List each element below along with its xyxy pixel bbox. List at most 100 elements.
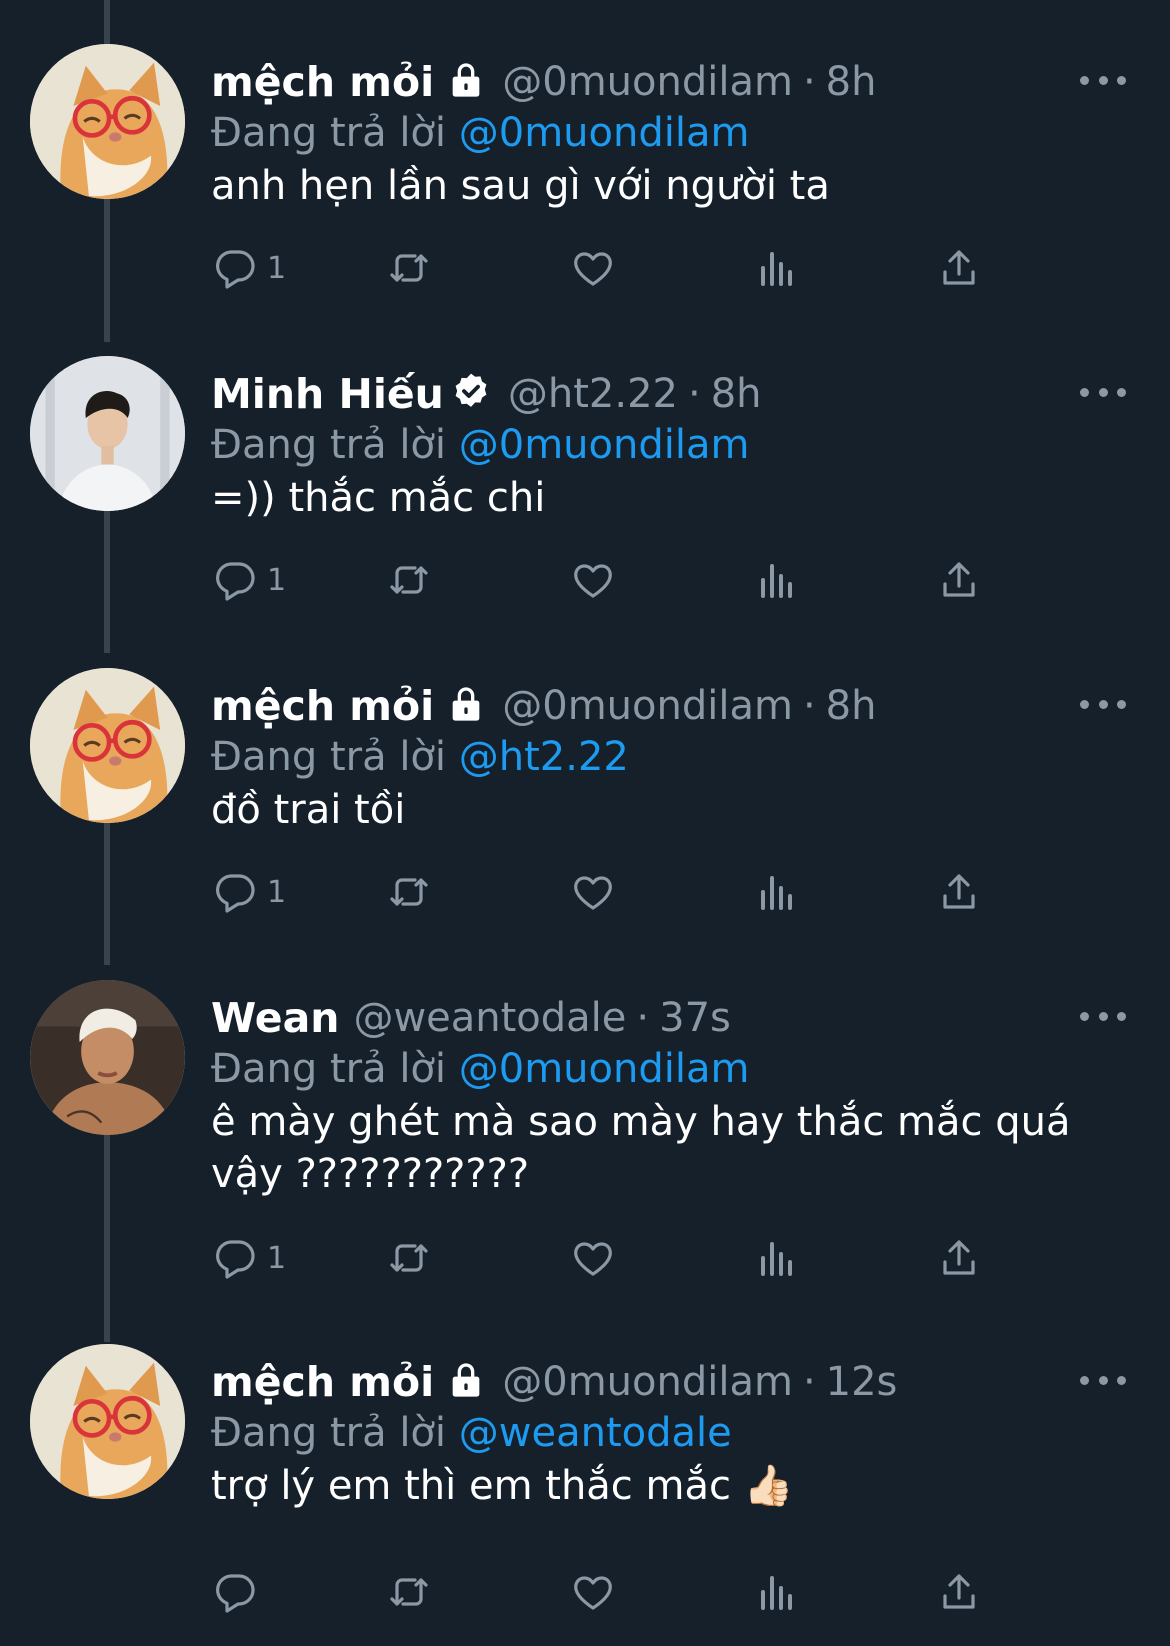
views-button[interactable] <box>753 1564 801 1620</box>
share-icon <box>943 250 975 285</box>
reply-context: Đang trả lời @0muondilam <box>211 110 749 156</box>
timestamp[interactable]: 8h <box>711 371 762 417</box>
reply-icon <box>216 874 255 913</box>
user-handle[interactable]: @weantodale <box>353 995 626 1041</box>
tweet[interactable]: Minh Hiếu @ht2.22 · 8h Đang trả lời @0mu… <box>0 342 1170 642</box>
like-button[interactable] <box>569 1564 617 1620</box>
display-name[interactable]: Wean <box>211 994 339 1042</box>
man-avatar-icon <box>30 356 185 511</box>
share-button[interactable] <box>935 552 983 608</box>
views-button[interactable] <box>753 240 801 296</box>
share-icon <box>943 874 975 909</box>
retweet-button[interactable] <box>385 864 433 920</box>
heart-icon <box>574 1576 612 1610</box>
share-button[interactable] <box>935 240 983 296</box>
timestamp[interactable]: 8h <box>826 59 877 105</box>
timestamp[interactable]: 12s <box>826 1359 898 1405</box>
reply-mention[interactable]: @0muondilam <box>459 1046 750 1092</box>
reply-icon <box>216 250 255 289</box>
user-handle[interactable]: @0muondilam <box>502 683 793 729</box>
reply-mention[interactable]: @ht2.22 <box>459 734 629 780</box>
tweet-header: Minh Hiếu @ht2.22 · 8h <box>211 368 762 420</box>
retweet-button[interactable] <box>385 240 433 296</box>
user-handle[interactable]: @0muondilam <box>502 1359 793 1405</box>
views-icon <box>761 1242 792 1276</box>
like-button[interactable] <box>569 240 617 296</box>
share-button[interactable] <box>935 1230 983 1286</box>
reply-mention[interactable]: @weantodale <box>459 1410 732 1456</box>
views-button[interactable] <box>753 1230 801 1286</box>
reply-button[interactable]: 1 <box>211 1230 286 1286</box>
tweet[interactable]: mệch mỏi @0muondilam · 8h Đang trả lời @… <box>0 654 1170 954</box>
views-button[interactable] <box>753 864 801 920</box>
avatar[interactable] <box>30 356 185 511</box>
tweet-text: =)) thắc mắc chi <box>211 475 546 521</box>
reply-mention[interactable]: @0muondilam <box>459 422 750 468</box>
reply-context: Đang trả lời @ht2.22 <box>211 734 629 780</box>
timestamp[interactable]: 8h <box>826 683 877 729</box>
retweet-button[interactable] <box>385 1564 433 1620</box>
more-icon[interactable] <box>1080 60 1126 100</box>
more-icon[interactable] <box>1080 684 1126 724</box>
timestamp[interactable]: 37s <box>659 995 731 1041</box>
lock-icon <box>446 60 486 104</box>
avatar[interactable] <box>30 980 185 1135</box>
reply-button[interactable]: 1 <box>211 552 286 608</box>
avatar[interactable] <box>30 668 185 823</box>
reply-button[interactable] <box>211 1564 267 1620</box>
avatar[interactable] <box>30 1344 185 1499</box>
cat-avatar-icon <box>30 1344 185 1499</box>
tweet-actions: 1 <box>211 552 1031 608</box>
tweet[interactable]: Wean @weantodale · 37s Đang trả lời @0mu… <box>0 966 1170 1326</box>
user-handle[interactable]: @ht2.22 <box>508 371 678 417</box>
like-button[interactable] <box>569 1230 617 1286</box>
cat-avatar-icon <box>30 668 185 823</box>
views-icon <box>761 876 792 910</box>
share-icon <box>943 562 975 597</box>
avatar[interactable] <box>30 44 185 199</box>
tweet-actions: 1 <box>211 240 1031 296</box>
tweet-header: mệch mỏi @0muondilam · 8h <box>211 56 876 108</box>
display-name[interactable]: mệch mỏi <box>211 1358 434 1406</box>
verified-badge-icon <box>450 371 492 417</box>
share-button[interactable] <box>935 1564 983 1620</box>
more-icon[interactable] <box>1080 996 1126 1036</box>
lock-icon <box>446 684 486 728</box>
retweet-button[interactable] <box>385 552 433 608</box>
like-button[interactable] <box>569 552 617 608</box>
heart-icon <box>574 1242 612 1276</box>
separator: · <box>802 1359 816 1405</box>
more-icon[interactable] <box>1080 1360 1126 1400</box>
like-button[interactable] <box>569 864 617 920</box>
reply-prefix: Đang trả lời <box>211 734 447 780</box>
tweet[interactable]: mệch mỏi @0muondilam · 8h Đang trả lời @… <box>0 30 1170 330</box>
reply-button[interactable]: 1 <box>211 240 286 296</box>
share-button[interactable] <box>935 864 983 920</box>
reply-icon <box>216 1574 255 1613</box>
tweet[interactable]: mệch mỏi @0muondilam · 12s Đang trả lời … <box>0 1330 1170 1646</box>
reply-count: 1 <box>267 1240 287 1276</box>
retweet-icon <box>390 254 428 282</box>
retweet-icon <box>390 1244 428 1272</box>
tweet-text: đồ trai tồi <box>211 787 406 833</box>
user-handle[interactable]: @0muondilam <box>502 59 793 105</box>
share-icon <box>943 1574 975 1609</box>
display-name[interactable]: Minh Hiếu <box>211 370 444 418</box>
reply-mention[interactable]: @0muondilam <box>459 110 750 156</box>
views-icon <box>761 1576 792 1610</box>
separator: · <box>636 995 650 1041</box>
more-icon[interactable] <box>1080 372 1126 412</box>
display-name[interactable]: mệch mỏi <box>211 682 434 730</box>
retweet-icon <box>390 566 428 594</box>
share-icon <box>943 1240 975 1275</box>
retweet-icon <box>390 878 428 906</box>
cat-avatar-icon <box>30 44 185 199</box>
reply-count: 1 <box>267 562 287 598</box>
reply-button[interactable]: 1 <box>211 864 286 920</box>
reply-prefix: Đang trả lời <box>211 1410 447 1456</box>
views-button[interactable] <box>753 552 801 608</box>
tweet-header: mệch mỏi @0muondilam · 8h <box>211 680 876 732</box>
display-name[interactable]: mệch mỏi <box>211 58 434 106</box>
retweet-button[interactable] <box>385 1230 433 1286</box>
reply-prefix: Đang trả lời <box>211 1046 447 1092</box>
